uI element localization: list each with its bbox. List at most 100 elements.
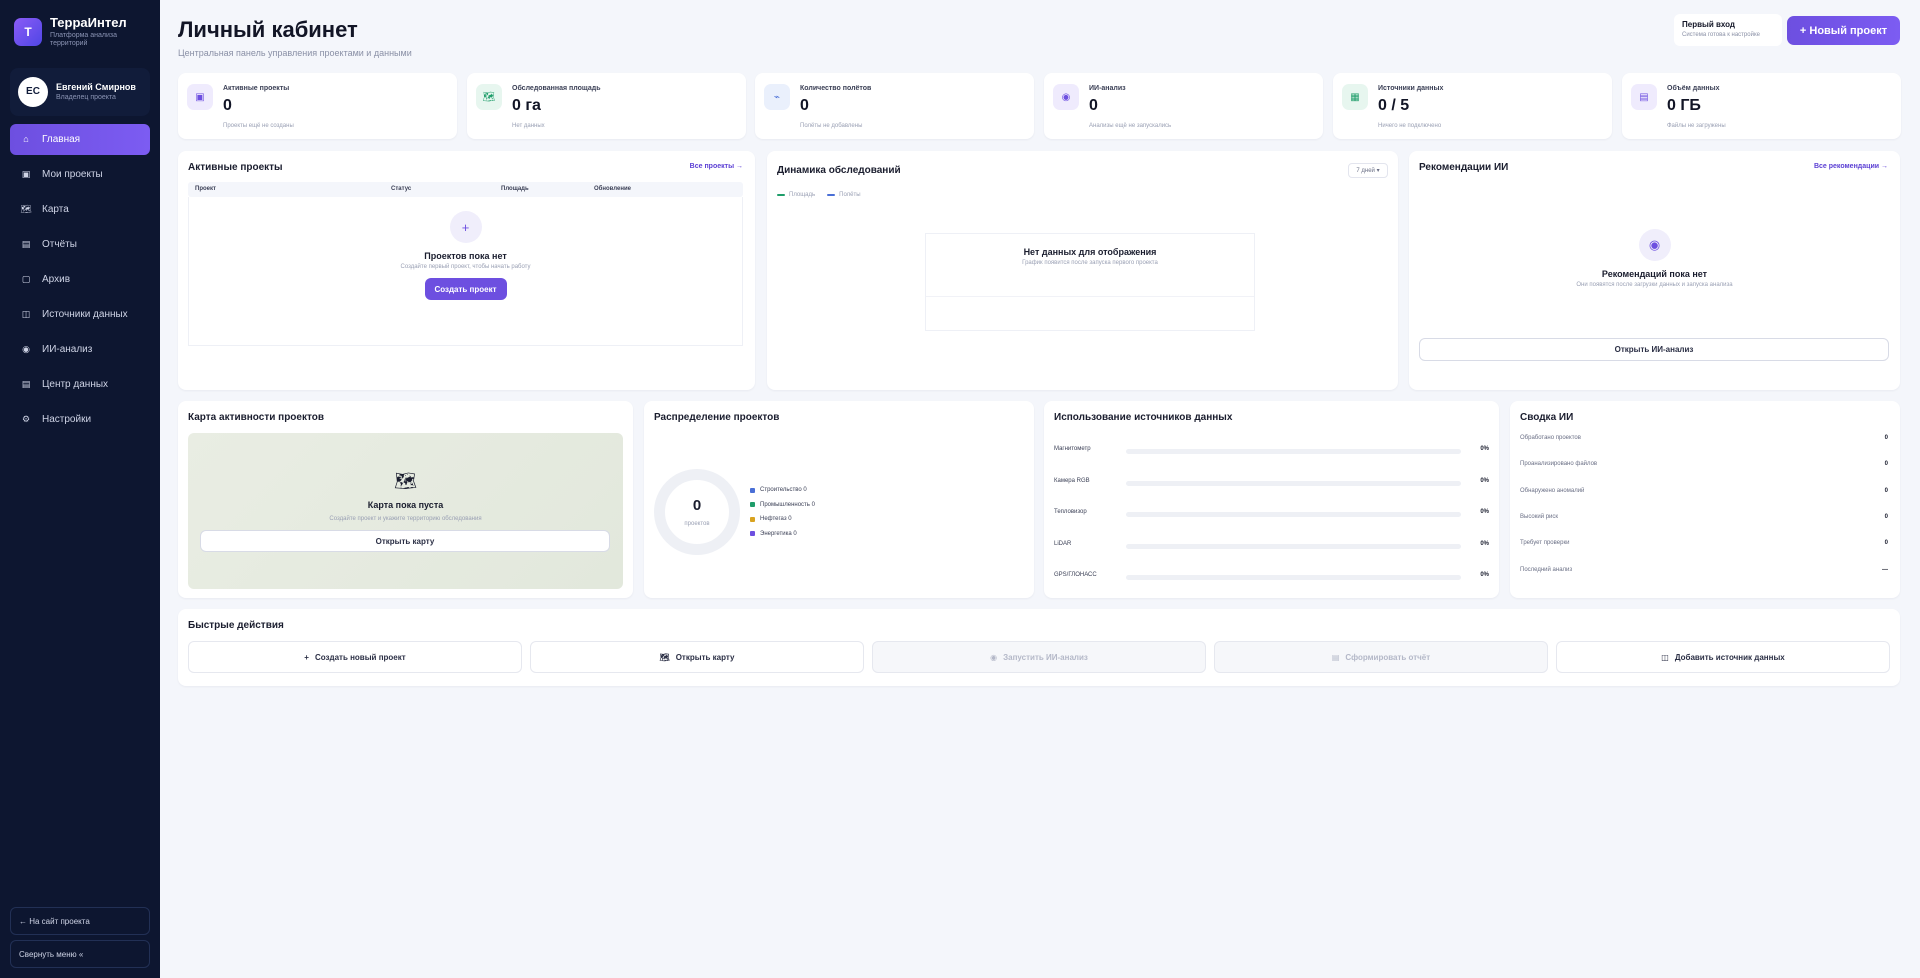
stat-label: Источники данных (1378, 85, 1444, 92)
quick-action-button[interactable]: 🗺 Открыть карту (530, 641, 864, 673)
home-icon: ⌂ (23, 134, 29, 145)
report-icon: ▤ (1331, 652, 1340, 662)
all-recommendations-link[interactable]: Все рекомендации → (1814, 163, 1888, 170)
quick-action-button[interactable]: ▤ Сформировать отчёт (1214, 641, 1548, 673)
ai-summary-card: Сводка ИИ Обработано проектов 0 Проанализи… (1510, 401, 1900, 598)
first-login-title: Первый вход (1682, 20, 1736, 29)
open-ai-analysis-button[interactable]: Открыть ИИ-анализ (1419, 338, 1889, 361)
back-to-site-link[interactable]: ← На сайт проекта (10, 907, 150, 935)
donut-total-label: проектов (684, 521, 710, 527)
ai-icon: ◉ (1638, 229, 1671, 261)
stat-card: 🗺 Обследованная площадь 0 га Нет данных (467, 73, 746, 139)
empty-subtitle: График появится после запуска первого пр… (1022, 260, 1158, 266)
legend-item: Нефтегаз 0 (750, 512, 815, 527)
sidebar-item[interactable]: 🗺 Карта (10, 194, 150, 225)
sidebar-item-label: Архив (42, 273, 71, 285)
quick-action-button[interactable]: + Создать новый проект (188, 641, 522, 673)
stat-card: ◉ ИИ-анализ 0 Анализы ещё не запускались (1044, 73, 1323, 139)
archive-icon: ▢ (21, 273, 31, 284)
ai-summary-value: 0 (1884, 461, 1888, 468)
page-title: Личный кабинет (178, 17, 358, 42)
donut-chart: 0 проектов (654, 469, 740, 555)
stat-card: ▦ Источники данных 0 / 5 Ничего не подключе… (1333, 73, 1612, 139)
ai-summary-value: 0 (1884, 487, 1888, 494)
stat-subtitle: Анализы ещё не запускались (1089, 123, 1172, 129)
sidebar-item[interactable]: ▤ Отчёты (10, 229, 150, 260)
source-usage-row: LiDAR 0% (1054, 541, 1489, 553)
empty-subtitle: Создайте первый проект, чтобы начать раб… (400, 264, 531, 270)
column-header: Площадь (501, 186, 529, 192)
sidebar-item[interactable]: ◫ Источники данных (10, 299, 150, 330)
sidebar-item[interactable]: ⚙ Настройки (10, 404, 150, 435)
ai-summary-row: Последний анализ — (1520, 567, 1888, 573)
source-percent: 0% (1480, 477, 1489, 484)
source-percent: 0% (1480, 540, 1489, 547)
ai-recommendations-card: Рекомендации ИИ Все рекомендации → ◉ Рек… (1409, 151, 1900, 390)
create-project-button[interactable]: Создать проект (424, 278, 507, 300)
open-map-button[interactable]: Открыть карту (200, 530, 610, 552)
legend-label: Энергетика 0 (760, 530, 797, 537)
quick-action-button[interactable]: ◉ Запустить ИИ-анализ (872, 641, 1206, 673)
first-login-badge: Первый вход Система готова к настройке (1674, 14, 1782, 46)
sidebar-item-label: Мои проекты (42, 168, 103, 180)
stat-value: 0 ГБ (1667, 97, 1701, 114)
collapse-menu-button[interactable]: Свернуть меню « (10, 940, 150, 968)
map-icon: 🗺 (659, 652, 670, 662)
user-name: Евгений Смирнов (56, 82, 136, 93)
ai-summary-row: Обнаружено аномалий 0 (1520, 488, 1888, 494)
ai-summary-value: 0 (1884, 435, 1888, 441)
progress-bar (1126, 543, 1461, 549)
card-title: Карта активности проектов (188, 412, 325, 423)
card-title: Рекомендации ИИ (1419, 162, 1509, 173)
card-title: Сводка ИИ (1520, 412, 1574, 423)
ai-summary-label: Последний анализ (1520, 566, 1573, 573)
column-header: Проект (195, 186, 216, 192)
user-card[interactable]: ЕС Евгений Смирнов Владелец проекта (10, 67, 150, 116)
sidebar-item[interactable]: ▢ Архив (10, 264, 150, 295)
source-label: Тепловизор (1054, 509, 1087, 515)
legend-label: Промышленность 0 (760, 501, 815, 508)
legend-item: Строительство 0 (750, 483, 815, 498)
sidebar-item-label: Настройки (42, 413, 92, 425)
legend-label: Строительство 0 (760, 487, 807, 494)
sidebar-item[interactable]: ▣ Мои проекты (10, 159, 150, 190)
new-project-button[interactable]: + Новый проект (1787, 16, 1900, 45)
stat-value: 0 (1089, 97, 1098, 114)
sidebar-item-label: Центр данных (42, 378, 109, 390)
source-percent: 0% (1480, 446, 1489, 452)
flight-icon: ⌁ (764, 84, 790, 110)
plus-icon: + (304, 652, 309, 662)
quick-action-button[interactable]: ◫ Добавить источник данных (1556, 641, 1890, 673)
source-label: GPS/ГЛОНАСС (1054, 572, 1097, 578)
stat-subtitle: Ничего не подключено (1378, 123, 1442, 129)
sidebar-item[interactable]: ▤ Центр данных (10, 369, 150, 400)
page-subtitle: Центральная панель управления проектами … (178, 48, 412, 58)
user-role: Владелец проекта (56, 94, 116, 102)
stat-label: Количество полётов (800, 85, 872, 92)
grid-line (926, 296, 1254, 297)
stat-label: Активные проекты (223, 85, 290, 92)
quick-action-label: Запустить ИИ-анализ (1003, 652, 1088, 662)
dynamics-card: Динамика обследований 7 дней ▾ Площадь По… (767, 151, 1398, 390)
ai-summary-value: 0 (1884, 540, 1888, 547)
source-label: LiDAR (1054, 540, 1072, 547)
brand[interactable]: Т ТерраИнтел Платформа анализа территори… (0, 0, 160, 58)
period-select[interactable]: 7 дней ▾ (1348, 163, 1388, 178)
all-projects-link[interactable]: Все проекты → (690, 163, 743, 170)
legend-swatch (750, 516, 755, 522)
stat-label: Обследованная площадь (512, 85, 601, 92)
ai-summary-row: Обработано проектов 0 (1520, 435, 1888, 441)
stat-value: 0 (800, 97, 809, 114)
projects-icon: ▣ (187, 84, 213, 110)
stat-card: ⌁ Количество полётов 0 Полёты не добавлены (755, 73, 1034, 139)
legend-item: Энергетика 0 (750, 527, 815, 542)
sidebar-item[interactable]: ⌂ Главная (10, 123, 150, 155)
sidebar-item[interactable]: ◉ ИИ-анализ (10, 334, 150, 365)
legend-swatch (750, 531, 755, 537)
data-sources-icon: ◫ (1661, 652, 1669, 662)
map-placeholder[interactable]: 🗺 Карта пока пуста Создайте проект и ука… (188, 433, 623, 589)
sources-usage-card: Использование источников данных Магнитом… (1044, 401, 1499, 598)
card-title: Динамика обследований (777, 165, 901, 176)
source-usage-row: Магнитометр 0% (1054, 446, 1489, 458)
sidebar-item-label: ИИ-анализ (42, 343, 93, 355)
